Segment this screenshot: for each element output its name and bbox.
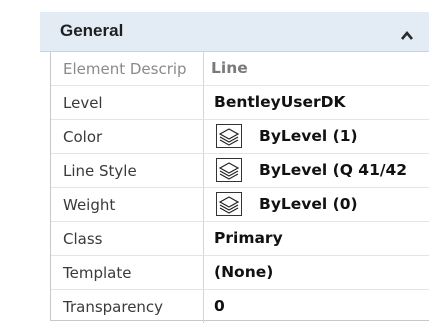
property-row-element-description[interactable]: Element Descrip Line (51, 52, 429, 86)
bylevel-swatch-icon (216, 158, 242, 182)
property-value-cell[interactable]: Primary (204, 222, 429, 255)
property-row-transparency[interactable]: Transparency 0 (51, 290, 429, 323)
property-value-cell[interactable]: (None) (204, 256, 429, 289)
property-value: ByLevel (Q 41/42 (259, 161, 408, 179)
property-value: Primary (214, 229, 283, 247)
property-label-cell: Template (51, 256, 204, 289)
property-label: Template (63, 264, 132, 282)
property-label: Color (63, 128, 103, 146)
property-value: ByLevel (0) (259, 195, 358, 213)
property-label-cell: Line Style (51, 154, 204, 187)
property-row-line-style[interactable]: Line Style ByLevel (Q 41/42 (51, 154, 429, 188)
property-label-cell: Transparency (51, 290, 204, 323)
property-row-class[interactable]: Class Primary (51, 222, 429, 256)
property-value: 0 (214, 297, 225, 315)
property-label-cell: Color (51, 120, 204, 153)
property-value-cell: Line (204, 52, 429, 85)
property-label: Element Descrip (63, 60, 187, 78)
property-label: Weight (63, 196, 116, 214)
property-label-cell: Level (51, 86, 204, 119)
property-label-cell: Weight (51, 188, 204, 221)
property-value: Line (211, 59, 248, 77)
property-value-cell[interactable]: BentleyUserDK (204, 86, 429, 119)
property-row-color[interactable]: Color ByLevel (1) (51, 120, 429, 154)
property-row-level[interactable]: Level BentleyUserDK (51, 86, 429, 120)
chevron-up-icon[interactable] (400, 26, 414, 40)
property-value: ByLevel (1) (259, 127, 358, 145)
property-value-cell[interactable]: ByLevel (Q 41/42 (204, 154, 429, 187)
property-value-cell[interactable]: ByLevel (1) (204, 120, 429, 153)
property-grid: Element Descrip Line Level BentleyUserDK… (50, 52, 429, 323)
property-label: Line Style (63, 162, 137, 180)
property-row-weight[interactable]: Weight ByLevel (0) (51, 188, 429, 222)
property-value: (None) (214, 263, 274, 281)
section-header-general[interactable]: General (40, 12, 429, 52)
property-label: Transparency (63, 298, 164, 316)
property-label: Level (63, 94, 103, 112)
section-title: General (60, 21, 124, 40)
property-label: Class (63, 230, 103, 248)
property-value-cell[interactable]: 0 (204, 290, 429, 323)
bylevel-swatch-icon (216, 124, 242, 148)
bylevel-swatch-icon (216, 192, 242, 216)
property-label-cell: Element Descrip (51, 52, 204, 85)
property-value-cell[interactable]: ByLevel (0) (204, 188, 429, 221)
property-row-template[interactable]: Template (None) (51, 256, 429, 290)
properties-panel: General Element Descrip Line Level Bentl… (40, 12, 429, 330)
property-label-cell: Class (51, 222, 204, 255)
property-value: BentleyUserDK (214, 93, 346, 111)
